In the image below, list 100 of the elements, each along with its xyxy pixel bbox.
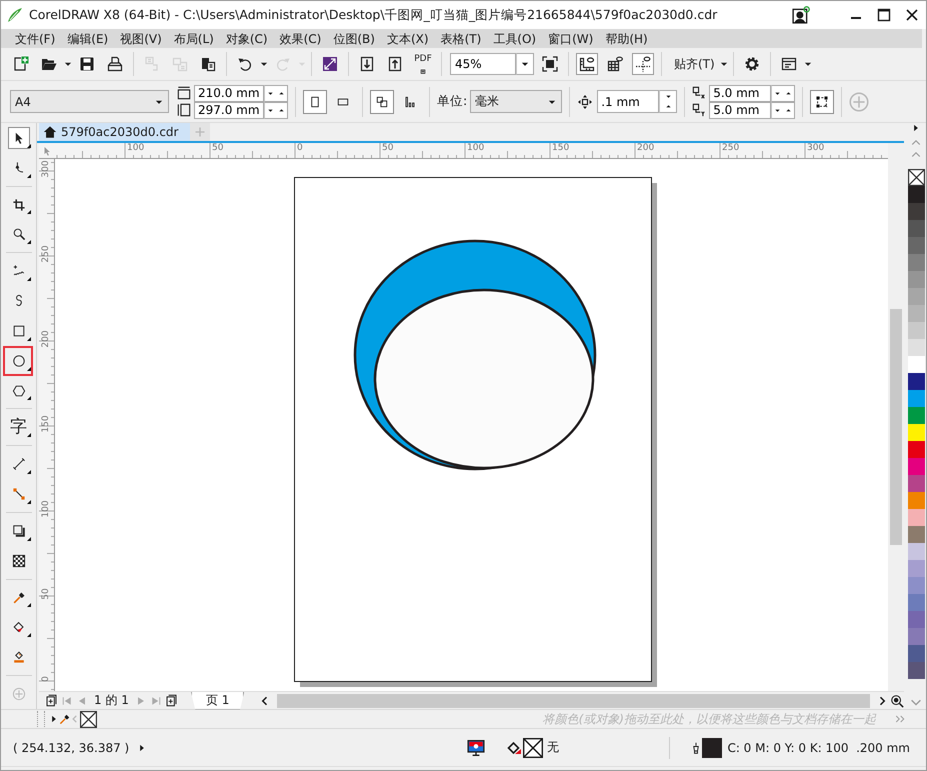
menu-item[interactable]: 视图(V) [114, 30, 168, 48]
close-icon[interactable] [904, 7, 920, 23]
snap-button[interactable]: 贴齐(T) [666, 56, 719, 72]
color-swatch[interactable] [908, 458, 924, 475]
flyout-arrow-icon[interactable] [26, 536, 30, 541]
flyout-arrow-icon[interactable] [26, 396, 30, 400]
increment-arrow-icon[interactable] [664, 103, 672, 110]
color-swatch[interactable] [908, 594, 924, 611]
color-swatch[interactable] [908, 424, 924, 441]
color-swatch[interactable] [908, 475, 924, 492]
portrait-icon[interactable] [303, 90, 327, 114]
scrollbar-thumb[interactable] [277, 694, 870, 708]
color-swatch[interactable] [908, 305, 924, 322]
decrement-arrow-icon[interactable] [267, 90, 274, 96]
flyout-arrow-icon[interactable] [26, 470, 30, 474]
color-swatch[interactable] [908, 237, 924, 254]
nudge-field[interactable]: .1 mm [597, 90, 660, 113]
color-swatch[interactable] [908, 220, 924, 237]
export-icon[interactable] [387, 56, 403, 72]
flyout-arrow-icon[interactable] [26, 277, 30, 282]
color-swatch[interactable] [908, 509, 924, 526]
pdf-export-button[interactable]: PDF [409, 54, 437, 74]
paste-icon[interactable] [200, 56, 216, 72]
account-icon[interactable] [792, 6, 810, 24]
color-swatch[interactable] [908, 288, 924, 305]
zoom-field[interactable]: 45% [450, 53, 516, 75]
units-dropdown[interactable]: 毫米 [470, 90, 562, 113]
spinner[interactable] [264, 84, 288, 102]
ruler-origin-icon[interactable] [42, 146, 52, 156]
increment-arrow-icon[interactable] [785, 106, 792, 114]
height-field[interactable]: 297.0 mm [194, 102, 264, 118]
decrement-arrow-icon[interactable] [664, 92, 672, 100]
menu-item[interactable]: 布局(L) [168, 30, 220, 48]
menu-item[interactable]: 文本(X) [380, 30, 435, 48]
flyout-arrow-icon[interactable] [26, 210, 30, 214]
page-tab[interactable]: 页 1 [190, 692, 244, 710]
flyout-arrow-icon[interactable] [26, 336, 30, 341]
treat-as-filled-icon[interactable] [810, 90, 834, 114]
color-swatch[interactable] [908, 203, 924, 220]
duplicate-y-field[interactable]: 5.0 mm [709, 102, 772, 118]
color-swatch[interactable] [908, 645, 924, 662]
flyout-arrow-icon[interactable] [26, 500, 30, 504]
undo-icon[interactable] [237, 56, 253, 72]
fill-icon[interactable] [507, 740, 524, 756]
flyout-arrow-icon[interactable] [26, 366, 30, 371]
increment-arrow-icon[interactable] [278, 90, 285, 96]
import-icon[interactable] [359, 56, 375, 72]
spinner[interactable] [659, 90, 678, 113]
menu-item[interactable]: 帮助(H) [599, 30, 654, 48]
color-swatch[interactable] [908, 560, 924, 577]
zoom-icon[interactable] [890, 694, 904, 708]
guidelines-icon[interactable] [632, 53, 654, 75]
color-swatch[interactable] [908, 407, 924, 424]
pages-icon[interactable] [370, 90, 394, 114]
eyedropper-icon[interactable] [59, 714, 70, 724]
menu-item[interactable]: 工具(O) [487, 30, 542, 48]
menu-item[interactable]: 文件(F) [9, 30, 62, 48]
menu-item[interactable]: 窗口(W) [542, 30, 600, 48]
folder-icon[interactable] [41, 56, 57, 72]
flyout-arrow-icon[interactable] [26, 174, 30, 178]
spinner[interactable] [771, 102, 796, 118]
color-swatch[interactable] [908, 543, 924, 560]
page-size-dropdown[interactable]: A4 [10, 90, 169, 113]
increment-arrow-icon[interactable] [785, 90, 792, 96]
spinner[interactable] [771, 84, 796, 102]
flyout-arrow-icon[interactable] [26, 633, 30, 638]
width-field[interactable]: 210.0 mm [194, 84, 264, 102]
fullscreen-icon[interactable] [542, 56, 558, 72]
flyout-arrow-icon[interactable] [26, 240, 30, 244]
menu-item[interactable]: 位图(B) [327, 30, 381, 48]
color-swatch[interactable] [908, 628, 924, 645]
increment-arrow-icon[interactable] [278, 106, 285, 114]
add-page-icon[interactable] [45, 694, 58, 707]
new-document-icon[interactable] [13, 56, 29, 72]
color-swatch[interactable] [908, 373, 924, 390]
color-swatch[interactable] [908, 526, 924, 543]
color-swatch[interactable] [908, 662, 924, 679]
text-tool[interactable]: 字 [6, 415, 30, 440]
menu-item[interactable]: 对象(C) [220, 30, 274, 48]
monitor-icon[interactable] [467, 738, 486, 756]
window-icon[interactable] [780, 56, 797, 72]
flyout-arrow-icon[interactable] [26, 433, 30, 438]
no-color-swatch[interactable] [908, 169, 924, 186]
document-tab[interactable]: 579f0ac2030d0.cdr [39, 123, 190, 141]
decrement-arrow-icon[interactable] [774, 90, 782, 96]
printer-icon[interactable] [107, 56, 123, 72]
maximize-icon[interactable] [876, 7, 892, 23]
color-swatch[interactable] [908, 186, 924, 203]
scrollbar-thumb[interactable] [890, 309, 902, 545]
color-swatch[interactable] [908, 271, 924, 288]
color-swatch[interactable] [908, 356, 924, 373]
no-color-swatch[interactable] [80, 710, 97, 728]
save-icon[interactable] [79, 56, 95, 72]
menu-item[interactable]: 表格(T) [434, 30, 488, 48]
color-swatch[interactable] [908, 492, 924, 509]
ruler-icon[interactable] [576, 53, 598, 75]
color-swatch[interactable] [908, 611, 924, 628]
flyout-arrow-icon[interactable] [26, 144, 30, 148]
color-swatch[interactable] [908, 254, 924, 271]
menu-item[interactable]: 效果(C) [274, 30, 328, 48]
